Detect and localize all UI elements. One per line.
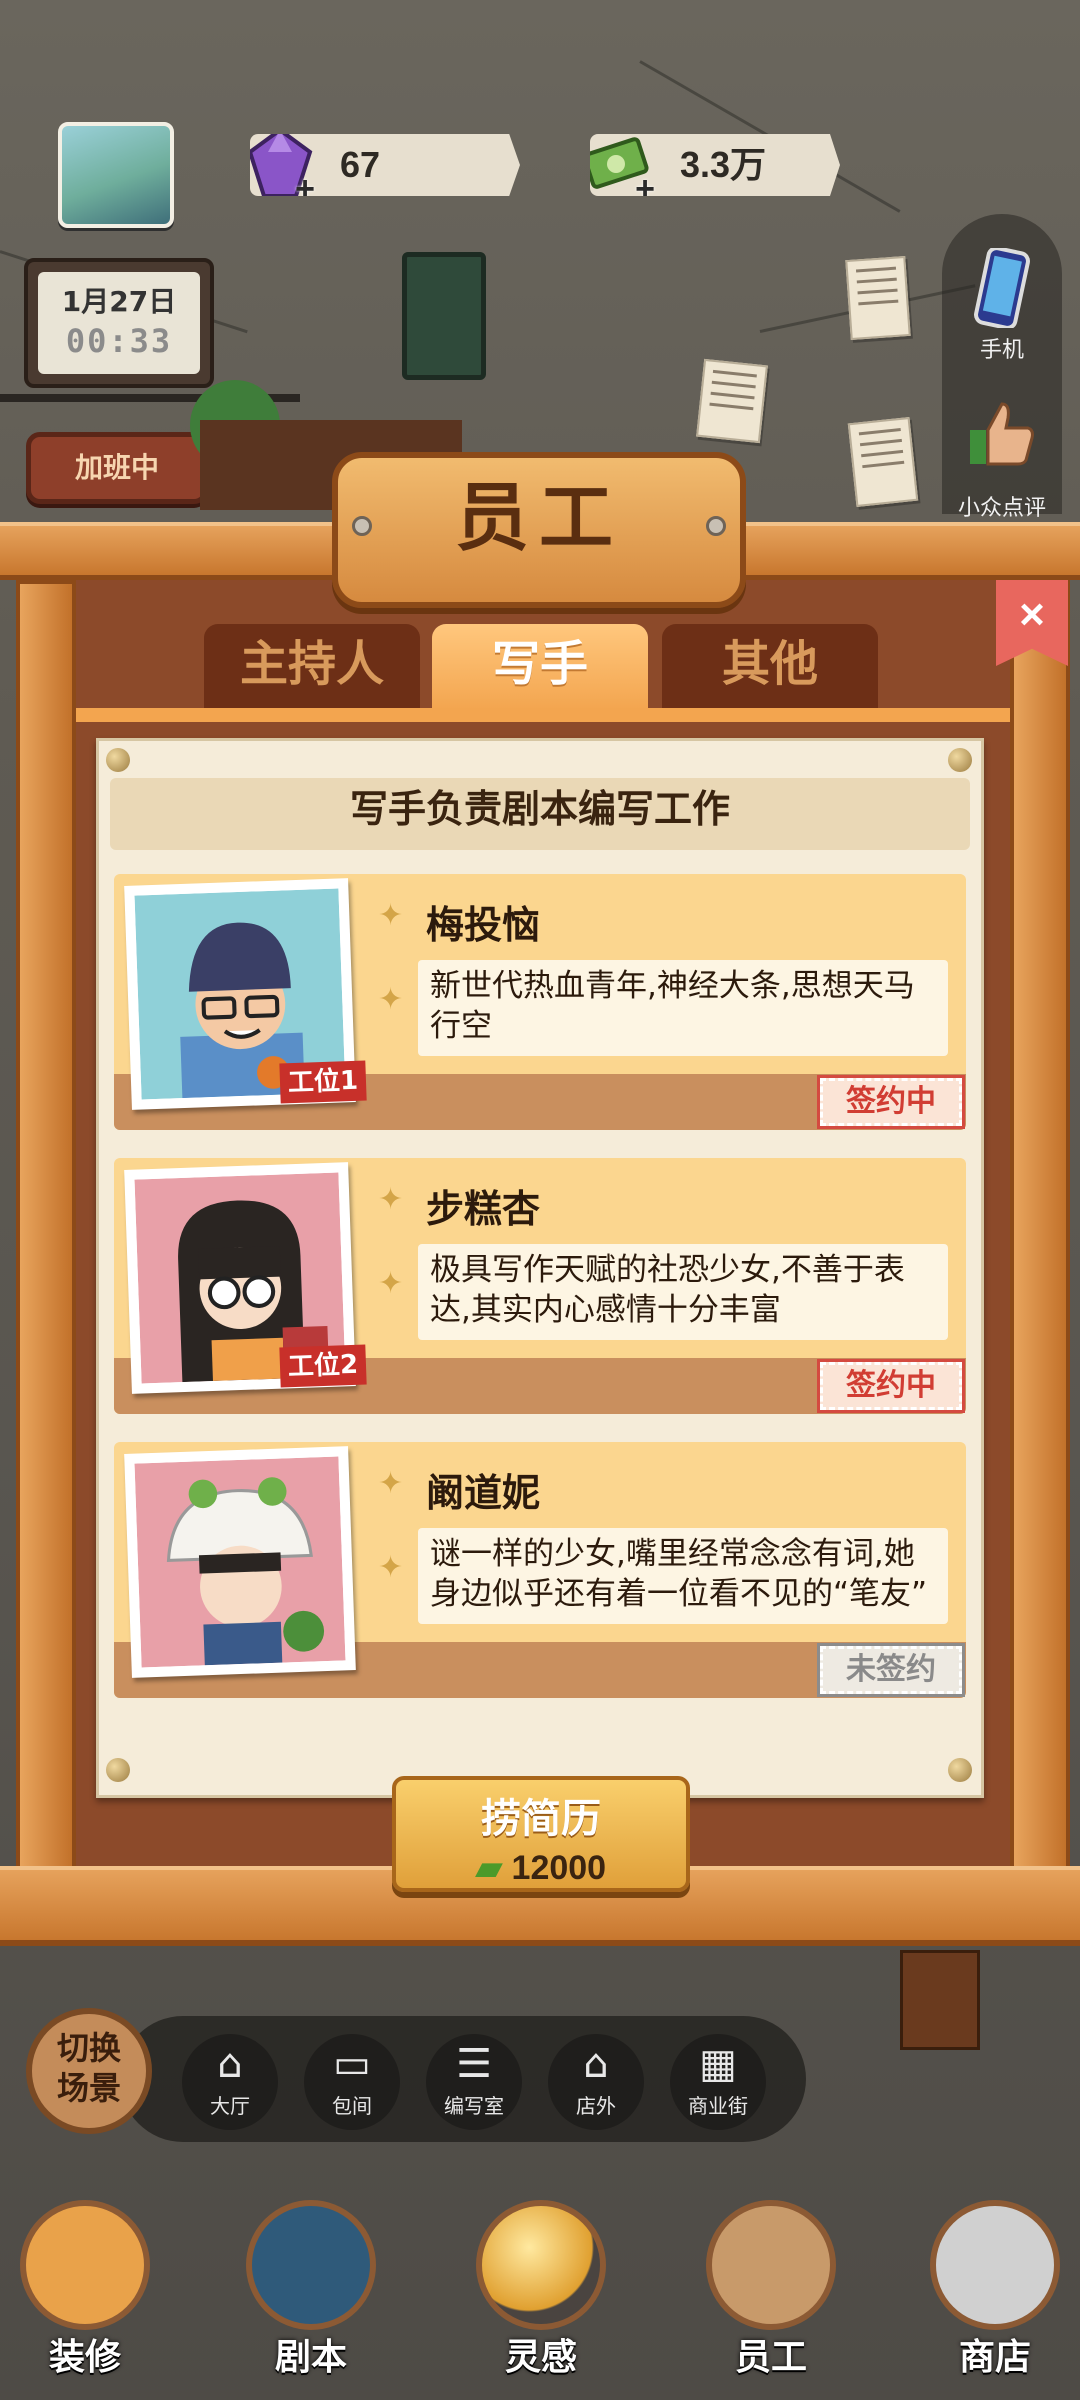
gem-counter[interactable]: + 67 [250, 134, 520, 196]
gem-count: 67 [340, 144, 381, 185]
scene-writing-room-button[interactable]: ☰ 编写室 [426, 2034, 522, 2130]
staff-card[interactable]: 工位2 ✦ 步糕杏 ✦ 极具写作天赋的社恐少女,不善于表达,其实内心感情十分丰富… [114, 1158, 966, 1414]
wall-note [845, 256, 911, 340]
scene-label: 编写室 [444, 2094, 504, 2118]
pin-icon [106, 748, 130, 772]
star-icon: ✦ [378, 1182, 404, 1217]
staff-card[interactable]: ✦ 阚道妮 ✦ 谜一样的少女,嘴里经常念念有词,她身边似乎还有着一位看不见的“笔… [114, 1442, 966, 1698]
phone-label: 手机 [979, 338, 1024, 363]
wall-clock [402, 252, 486, 380]
id-badge-icon [706, 2200, 836, 2330]
overtime-sign[interactable]: 加班中 [26, 432, 208, 504]
staff-card[interactable]: 工位1 ✦ 梅投恼 ✦ 新世代热血青年,神经大条,思想天马行空 签约中 [114, 874, 966, 1130]
staff-bio: 谜一样的少女,嘴里经常念念有词,她身边似乎还有着一位看不见的“笔友” [418, 1528, 948, 1624]
cash-counter[interactable]: + 3.3万 [590, 134, 840, 196]
contract-status-stamp[interactable]: 未签约 [817, 1643, 965, 1697]
cash-amount: 3.3万 [680, 144, 767, 185]
current-date: 1月27日 [61, 285, 177, 318]
phone-icon[interactable] [962, 248, 1042, 328]
sofa-icon: ▭ [333, 2041, 371, 2087]
wall-note [696, 358, 768, 444]
close-icon: × [1019, 590, 1045, 639]
thumbs-up-icon[interactable] [962, 394, 1042, 474]
staff-name: 梅投恼 [426, 903, 541, 947]
calendar-clock: 1月27日 00:33 [24, 258, 214, 388]
role-description: 写手负责剧本编写工作 [110, 778, 970, 850]
desk-icon: ☰ [456, 2041, 492, 2087]
recruit-cost: ▰ 12000 [396, 1848, 686, 1888]
panel-title: 员工 [455, 475, 623, 561]
recruit-label: 捞简历 [481, 1796, 601, 1842]
nav-decorate[interactable]: 装修 [0, 2180, 170, 2400]
tab-host[interactable]: 主持人 [204, 624, 420, 710]
building-thumbnail[interactable] [58, 122, 174, 228]
scene-label: 大厅 [210, 2094, 250, 2118]
scene-label: 包间 [332, 2094, 372, 2118]
contract-status-stamp[interactable]: 签约中 [817, 1075, 965, 1129]
star-icon: ✦ [378, 982, 404, 1017]
star-icon: ✦ [378, 1550, 404, 1585]
staff-bio: 极具写作天赋的社恐少女,不善于表达,其实内心感情十分丰富 [418, 1244, 948, 1340]
scene-commercial-street-button[interactable]: ▦ 商业街 [670, 2034, 766, 2130]
wall-note [847, 416, 919, 508]
house-icon: ⌂ [583, 2041, 609, 2087]
cash-icon: ▰ [475, 1849, 503, 1887]
workstation-badge: 工位1 [279, 1060, 367, 1104]
potted-plant-stand [900, 1950, 980, 2050]
nav-label: 员工 [734, 2337, 807, 2378]
recruit-cost-value: 12000 [511, 1849, 607, 1887]
tab-underline [76, 708, 1010, 722]
book-icon [246, 2200, 376, 2330]
panel-title-plank: 员工 [332, 452, 746, 608]
scene-lobby-button[interactable]: ⌂ 大厅 [182, 2034, 278, 2130]
workstation-badge: 工位2 [279, 1344, 367, 1388]
scene-label: 店外 [576, 2094, 616, 2118]
panel-frame-left [16, 580, 76, 1870]
star-icon: ✦ [378, 898, 404, 933]
side-panel: 手机 小众点评 [942, 214, 1062, 521]
nav-label: 灵感 [504, 2337, 577, 2378]
staff-bio: 新世代热血青年,神经大条,思想天马行空 [418, 960, 948, 1056]
panel-frame-right [1010, 580, 1070, 1870]
writer-frog-hat-girl-portrait [134, 1456, 346, 1668]
pin-icon [948, 1758, 972, 1782]
house-icon: ⌂ [217, 2041, 243, 2087]
nav-label: 剧本 [274, 2337, 347, 2378]
switch-scene-button[interactable]: 切换 场景 [26, 2008, 152, 2134]
lightbulb-icon [476, 2200, 606, 2330]
review-label: 小众点评 [957, 496, 1046, 521]
staff-name: 步糕杏 [426, 1187, 541, 1231]
tab-writer[interactable]: 写手 [432, 624, 648, 710]
nav-shop[interactable]: 商店 [910, 2180, 1080, 2400]
star-icon: ✦ [378, 1266, 404, 1301]
nav-inspiration[interactable]: 灵感 [456, 2180, 626, 2400]
nav-label: 装修 [48, 2337, 121, 2378]
house-icon [20, 2200, 150, 2330]
tab-other[interactable]: 其他 [662, 624, 878, 710]
scene-label: 商业街 [688, 2094, 748, 2118]
staff-portrait[interactable] [124, 1446, 356, 1678]
storefront-icon: ▦ [699, 2041, 737, 2087]
contract-status-stamp[interactable]: 签约中 [817, 1359, 965, 1413]
scene-outside-button[interactable]: ⌂ 店外 [548, 2034, 644, 2130]
recruit-resume-button[interactable]: 捞简历 ▰ 12000 [392, 1776, 690, 1892]
current-time: 00:33 [65, 322, 173, 360]
pin-icon [106, 1758, 130, 1782]
nav-staff[interactable]: 员工 [686, 2180, 856, 2400]
star-icon: ✦ [378, 1466, 404, 1501]
pin-icon [948, 748, 972, 772]
shop-icon [930, 2200, 1060, 2330]
staff-name: 阚道妮 [426, 1471, 541, 1515]
nav-label: 商店 [958, 2337, 1031, 2378]
nav-script[interactable]: 剧本 [226, 2180, 396, 2400]
scene-private-room-button[interactable]: ▭ 包间 [304, 2034, 400, 2130]
